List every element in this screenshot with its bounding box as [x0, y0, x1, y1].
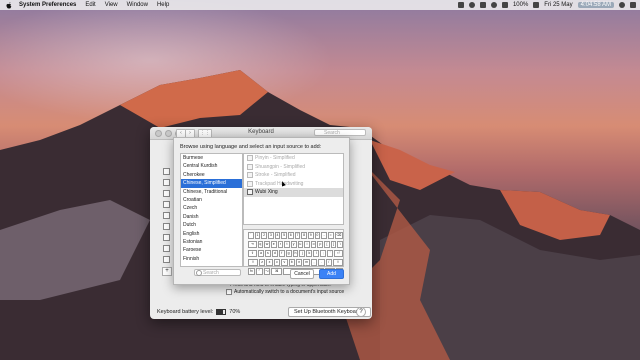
input-source-icon[interactable]: [163, 201, 170, 208]
input-source-item[interactable]: Pinyin - Simplified: [244, 154, 343, 163]
battery-label: Keyboard battery level:: [157, 309, 214, 315]
volume-icon[interactable]: [501, 2, 508, 8]
language-item[interactable]: Dutch: [181, 221, 242, 229]
input-source-label: Shuangpin - Simplified: [255, 163, 306, 170]
input-source-icon[interactable]: [163, 234, 170, 241]
keyboard-battery: Keyboard battery level: 70%: [157, 309, 240, 315]
menu-app-name[interactable]: System Preferences: [19, 2, 76, 8]
input-source-list-icons: [163, 168, 170, 274]
input-source-label: Stroke - Simplified: [255, 172, 296, 179]
input-source-icon: [247, 163, 253, 170]
language-item[interactable]: Cherokee: [181, 171, 242, 179]
cancel-button[interactable]: Cancel: [290, 269, 314, 279]
input-source-item[interactable]: Shuangpin - Simplified: [244, 163, 343, 172]
keyboard-battery-icon: [216, 309, 227, 315]
language-item[interactable]: Croatian: [181, 196, 242, 204]
battery-percent[interactable]: 100%: [513, 2, 528, 8]
language-item[interactable]: Finnish: [181, 255, 242, 263]
wifi-icon[interactable]: [490, 2, 497, 8]
input-source-icon[interactable]: [163, 179, 170, 186]
input-source-icon[interactable]: [163, 168, 170, 175]
language-item[interactable]: Estonian: [181, 238, 242, 246]
menu-window[interactable]: Window: [127, 2, 148, 8]
language-item[interactable]: Central Kurdish: [181, 162, 242, 170]
notification-icon[interactable]: [630, 2, 636, 8]
menu-help[interactable]: Help: [157, 2, 169, 8]
input-source-icon: [247, 189, 253, 196]
help-button[interactable]: ?: [356, 307, 366, 317]
language-item[interactable]: English: [181, 230, 242, 238]
language-item[interactable]: Czech: [181, 204, 242, 212]
input-source-label: Pinyin - Simplified: [255, 155, 295, 162]
input-source-list[interactable]: Pinyin - Simplified Shuangpin - Simplifie…: [243, 153, 344, 225]
input-source-item[interactable]: Trackpad Handwriting: [244, 180, 343, 189]
menu-view[interactable]: View: [105, 2, 118, 8]
search-icon: [196, 270, 202, 276]
input-source-icon[interactable]: [163, 190, 170, 197]
auto-switch-option[interactable]: Automatically switch to a document's inp…: [226, 289, 344, 295]
status-icon-3[interactable]: [479, 2, 486, 8]
auto-switch-checkbox[interactable]: [226, 289, 232, 295]
menu-edit[interactable]: Edit: [85, 2, 95, 8]
search-icon[interactable]: [619, 2, 625, 8]
language-list[interactable]: Burmese Central Kurdish Cherokee Chinese, S…: [180, 153, 243, 267]
battery-icon[interactable]: [533, 2, 540, 8]
input-source-icon: [247, 180, 253, 187]
input-source-icon[interactable]: [163, 223, 170, 230]
apple-icon[interactable]: [5, 1, 13, 9]
input-source-icon[interactable]: [163, 212, 170, 219]
preferences-search-field[interactable]: Search: [314, 129, 366, 136]
input-source-item[interactable]: Wubi Xing: [244, 188, 343, 197]
keyboard-layout-preview: ` 1 2 3 4 5 6 7 8 9 0- = ⌫ ⇥ q w e r t y u i o p[] \ ⇪ a s d f g h j k l…: [243, 229, 344, 275]
sheet-prompt: Browse using language and select an inpu…: [180, 144, 322, 150]
input-source-icon[interactable]: [163, 245, 170, 252]
add-button[interactable]: Add: [319, 269, 344, 279]
language-item[interactable]: Faroese: [181, 246, 242, 254]
add-input-source-sheet: Browse using language and select an inpu…: [173, 137, 350, 285]
input-source-item[interactable]: Stroke - Simplified: [244, 171, 343, 180]
auto-switch-label: Automatically switch to a document's inp…: [234, 289, 345, 295]
menubar-date[interactable]: Fri 25 May: [544, 2, 572, 8]
input-source-icon[interactable]: [163, 256, 170, 263]
language-item[interactable]: Chinese, Simplified: [181, 179, 242, 188]
input-source-icon: [247, 155, 253, 162]
menu-bar: System Preferences Edit View Window Help…: [0, 0, 640, 10]
status-icon-2[interactable]: [468, 2, 475, 8]
language-item[interactable]: Burmese: [181, 154, 242, 162]
add-input-source-button[interactable]: +: [162, 267, 172, 276]
menubar-clock[interactable]: 4:04:58 AM: [577, 2, 614, 8]
language-item[interactable]: Chinese, Traditional: [181, 188, 242, 196]
input-source-icon: [247, 172, 253, 179]
status-icon-1[interactable]: [457, 2, 464, 8]
input-source-label: Wubi Xing: [255, 189, 278, 196]
language-item[interactable]: Danish: [181, 213, 242, 221]
battery-level: 70%: [229, 309, 241, 315]
